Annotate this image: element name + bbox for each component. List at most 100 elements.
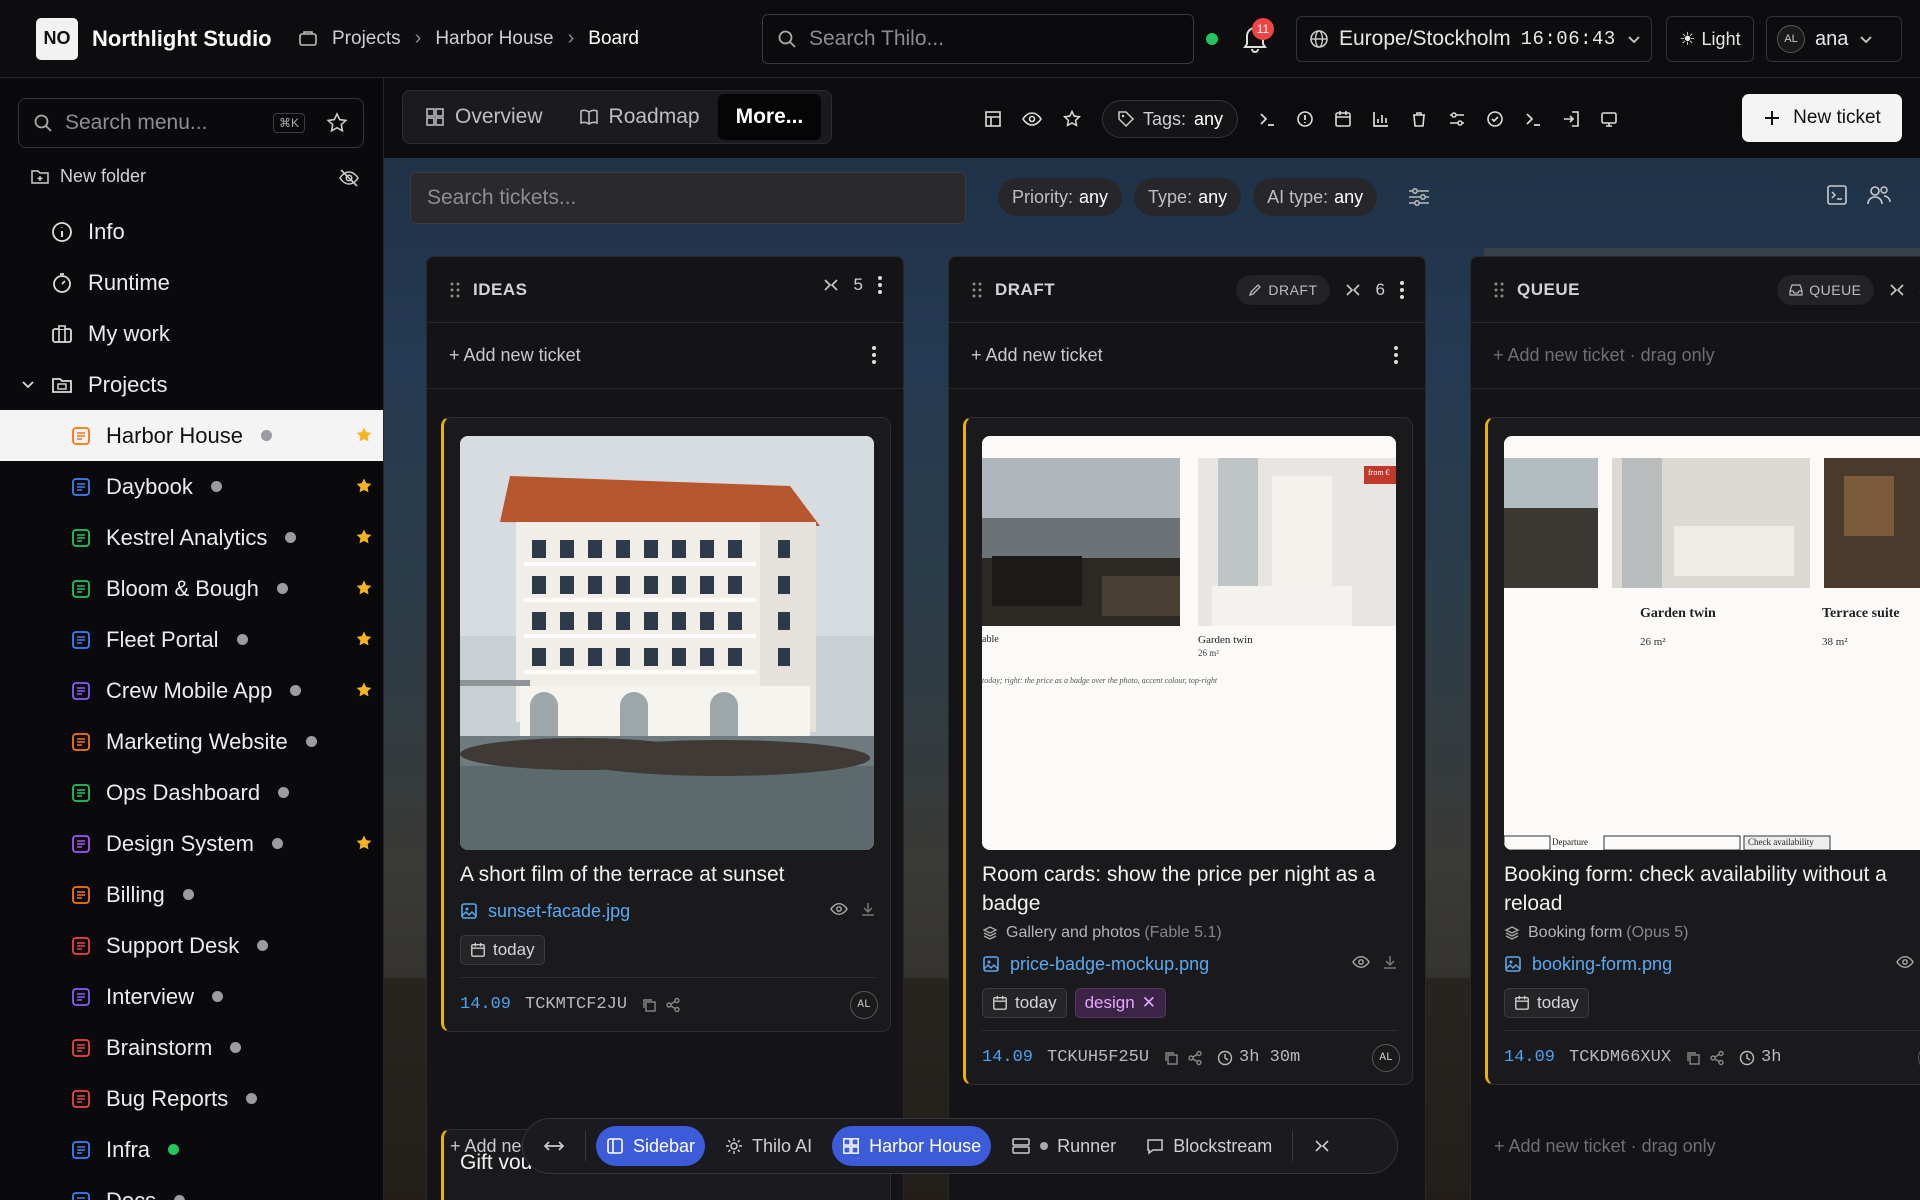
new-folder-button[interactable]: New folder — [30, 166, 146, 187]
attachment-name[interactable]: booking-form.png — [1532, 954, 1672, 975]
breadcrumb-board[interactable]: Board — [588, 28, 639, 50]
bar-chart-icon[interactable] — [1372, 110, 1390, 128]
new-ticket-button[interactable]: New ticket — [1742, 94, 1902, 142]
add-ticket-button[interactable]: + Add new ticket · drag only — [1471, 323, 1920, 389]
menu-search[interactable]: Search menu... ⌘K — [18, 98, 364, 148]
ticket-search-input[interactable] — [427, 186, 947, 210]
priority-filter[interactable]: Priority: any — [998, 178, 1123, 216]
check-circle-icon[interactable] — [1486, 110, 1504, 128]
ticket-id[interactable]: TCKMTCF2JU — [525, 995, 627, 1014]
sidebar-item-my-work[interactable]: My work — [0, 308, 383, 359]
dock-runner-button[interactable]: Runner — [1001, 1126, 1126, 1166]
eye-icon[interactable] — [1022, 110, 1042, 128]
dock-blockstream-button[interactable]: Blockstream — [1136, 1126, 1282, 1166]
sidebar-item-daybook[interactable]: Daybook — [0, 461, 383, 512]
sidebar-item-harbor-house[interactable]: Harbor House — [0, 410, 383, 461]
eye-icon[interactable] — [1352, 954, 1370, 970]
log-in-icon[interactable] — [1562, 110, 1580, 128]
sidebar-item-fleet-portal[interactable]: Fleet Portal — [0, 614, 383, 665]
users-icon[interactable] — [1866, 184, 1892, 206]
copy-icon[interactable] — [641, 997, 657, 1013]
sidebar-item-marketing-website[interactable]: Marketing Website — [0, 716, 383, 767]
ticket-title[interactable]: Room cards: show the price per night as … — [982, 860, 1398, 918]
ticket-search[interactable] — [410, 172, 966, 224]
eye-icon[interactable] — [1896, 954, 1914, 970]
drag-handle-icon[interactable] — [449, 281, 461, 299]
ticket-id[interactable]: TCKDM66XUX — [1569, 1048, 1671, 1067]
share-icon[interactable] — [665, 997, 681, 1013]
kebab-icon[interactable] — [1399, 280, 1405, 300]
trash-icon[interactable] — [1410, 110, 1428, 128]
breadcrumb-projects[interactable]: Projects — [332, 28, 401, 50]
ticket-card[interactable]: Garden twin 26 m² Terrace suite 38 m² De… — [1485, 417, 1920, 1085]
attachment[interactable]: sunset-facade.jpg — [460, 897, 876, 925]
sidebar-item-bug-reports[interactable]: Bug Reports — [0, 1073, 383, 1124]
sidebar-section-projects[interactable]: Projects — [0, 359, 383, 410]
dock-ai-button[interactable]: Thilo AI — [715, 1126, 822, 1166]
kebab-icon[interactable] — [1393, 345, 1399, 365]
sidebar-item-crew-mobile-app[interactable]: Crew Mobile App — [0, 665, 383, 716]
due-date-chip[interactable]: today — [460, 935, 545, 965]
sidebar-item-design-system[interactable]: Design System — [0, 818, 383, 869]
resize-icon[interactable] — [533, 1126, 575, 1166]
collapse-icon[interactable] — [1303, 1126, 1341, 1166]
alert-circle-icon[interactable] — [1296, 110, 1314, 128]
panel-icon[interactable] — [1826, 184, 1848, 206]
global-search[interactable] — [762, 14, 1194, 64]
timezone-selector[interactable]: Europe/Stockholm 16:06:43 — [1296, 16, 1652, 62]
ticket-card[interactable]: A short film of the terrace at sunset su… — [441, 417, 891, 1032]
share-icon[interactable] — [1709, 1050, 1725, 1066]
user-menu[interactable]: AL ana — [1766, 16, 1902, 62]
sidebar-item-info[interactable]: Info — [0, 206, 383, 257]
add-ticket-button[interactable]: + Add new ticket — [949, 323, 1425, 389]
sidebar-item-infra[interactable]: Infra — [0, 1124, 383, 1175]
due-date-chip[interactable]: today — [1504, 988, 1589, 1018]
ticket-image[interactable]: Garden twin 26 m² Terrace suite 38 m² De… — [1504, 436, 1920, 850]
star-icon[interactable] — [325, 111, 349, 135]
attachment-name[interactable]: sunset-facade.jpg — [488, 901, 630, 922]
kebab-icon[interactable] — [871, 345, 877, 365]
attachment[interactable]: booking-form.png — [1504, 950, 1920, 978]
download-icon[interactable] — [1382, 954, 1398, 970]
attachment-name[interactable]: price-badge-mockup.png — [1010, 954, 1209, 975]
ticket-title[interactable]: A short film of the terrace at sunset — [460, 860, 876, 889]
add-ticket-button[interactable]: + Add new ticket — [427, 323, 903, 389]
star-icon[interactable] — [354, 476, 374, 496]
monitor-icon[interactable] — [1600, 110, 1618, 128]
star-icon[interactable] — [354, 425, 374, 445]
eye-icon[interactable] — [830, 901, 848, 917]
sidebar-item-runtime[interactable]: Runtime — [0, 257, 383, 308]
tab-more[interactable]: More... — [717, 94, 822, 140]
star-icon[interactable] — [354, 629, 374, 649]
dock-sidebar-button[interactable]: Sidebar — [596, 1126, 706, 1166]
collapse-icon[interactable] — [822, 277, 840, 293]
close-icon[interactable]: ✕ — [1142, 993, 1156, 1013]
add-ticket-bottom[interactable]: + Add new ticket · drag only — [1494, 1136, 1716, 1157]
avatar[interactable]: AL — [1372, 1044, 1400, 1072]
breadcrumb-harbor-house[interactable]: Harbor House — [435, 28, 553, 50]
sliders-icon[interactable] — [1448, 110, 1466, 128]
tab-roadmap[interactable]: Roadmap — [561, 94, 718, 140]
kebab-icon[interactable] — [877, 275, 883, 295]
avatar[interactable]: AL — [850, 991, 878, 1019]
tab-overview[interactable]: Overview — [407, 94, 561, 140]
add-ticket-bottom[interactable]: + Add ne — [450, 1136, 522, 1157]
star-icon[interactable] — [354, 578, 374, 598]
prompt-icon[interactable] — [1524, 110, 1542, 128]
attachment[interactable]: price-badge-mockup.png — [982, 950, 1398, 978]
brand[interactable]: NO Northlight Studio — [36, 17, 298, 60]
copy-icon[interactable] — [1685, 1050, 1701, 1066]
global-search-input[interactable] — [809, 27, 1169, 51]
share-icon[interactable] — [1187, 1050, 1203, 1066]
tags-filter[interactable]: Tags: any — [1102, 100, 1239, 138]
sidebar-item-interview[interactable]: Interview — [0, 971, 383, 1022]
sliders-icon[interactable] — [1407, 186, 1431, 208]
ticket-card[interactable]: from € able Garden twin 26 m² today; rig… — [963, 417, 1413, 1085]
sidebar-item-bloom-bough[interactable]: Bloom & Bough — [0, 563, 383, 614]
theme-toggle[interactable]: ☀ Light — [1666, 16, 1754, 62]
sidebar-item-kestrel-analytics[interactable]: Kestrel Analytics — [0, 512, 383, 563]
sidebar-item-ops-dashboard[interactable]: Ops Dashboard — [0, 767, 383, 818]
due-date-chip[interactable]: today — [982, 988, 1067, 1018]
table-icon[interactable] — [984, 110, 1002, 128]
download-icon[interactable] — [860, 901, 876, 917]
